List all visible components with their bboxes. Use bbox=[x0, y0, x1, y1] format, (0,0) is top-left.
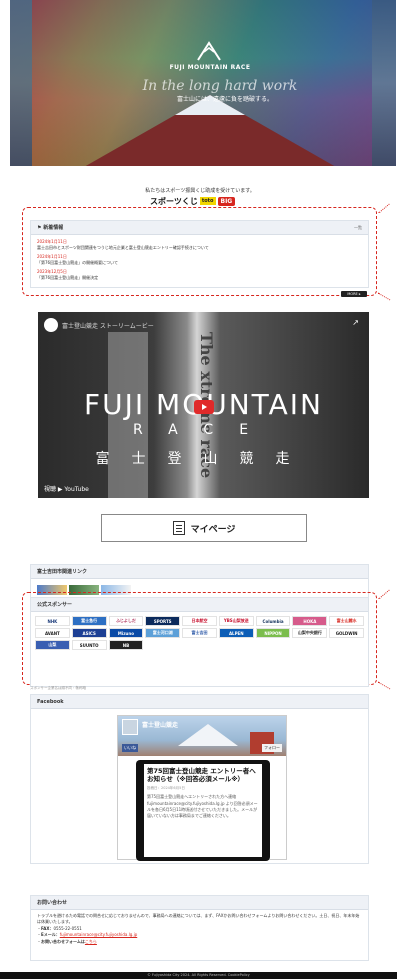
sponsor-logo[interactable]: NB bbox=[108, 640, 144, 650]
big-badge: BIG bbox=[217, 196, 236, 206]
sponsor-logo[interactable]: ASICS bbox=[71, 628, 107, 638]
fax-label: FAX： bbox=[41, 925, 54, 931]
callout-line bbox=[378, 203, 390, 214]
contact-body: トラブルを避けるため電話での問合せに応じておりませんので、事務局への連絡について… bbox=[31, 910, 368, 948]
contact-panel: お問い合わせ トラブルを避けるため電話での問合せに応じておりませんので、事務局へ… bbox=[30, 895, 369, 961]
callout-line bbox=[377, 681, 391, 690]
related-links-heading: 富士吉田市関連リンク bbox=[31, 565, 368, 579]
sponsor-grid: NHK 富士急行 ふじよしだ SPORTS 日本航空 YBS山梨放送 Columbia HOK… bbox=[31, 612, 368, 654]
contact-intro: トラブルを避けるため電話での問合せに応じておりませんので、事務局への連絡について… bbox=[37, 913, 360, 925]
sponsors-heading: 公式スポンサー bbox=[31, 598, 368, 612]
youtube-video-embed[interactable]: The xtreme race 富士登山競走 ストーリームービー ↗ FUJI … bbox=[38, 312, 369, 498]
footer: © Fujiyoshida City 2024. All Rights Rese… bbox=[0, 972, 397, 979]
video-title-race: RACE bbox=[132, 422, 275, 438]
sponsor-logo[interactable]: 富士山麓水 bbox=[329, 616, 364, 626]
sponsor-logo[interactable]: Mizuno bbox=[108, 628, 144, 638]
facebook-page-avatar[interactable] bbox=[122, 719, 138, 735]
facebook-page-name[interactable]: 富士登山競走 bbox=[142, 720, 178, 729]
sponsor-logo[interactable]: NIPPON bbox=[255, 628, 291, 638]
news-list: 2024年1月11日 富士吉田市とスポーツ財団関連をつうじ地元企業と富士登山競走… bbox=[31, 235, 368, 288]
toto-logo-text: スポーツくじ bbox=[150, 196, 198, 206]
sports-lottery-logo[interactable]: スポーツくじ toto BIG bbox=[150, 195, 236, 207]
news-heading-text: 新着情報 bbox=[43, 225, 64, 231]
channel-avatar[interactable] bbox=[44, 318, 58, 332]
sponsors-panel: 公式スポンサー NHK 富士急行 ふじよしだ SPORTS 日本航空 YBS山梨放送 Col… bbox=[30, 597, 369, 687]
facebook-post-title: 第75回富士登山競走 エントリー者へお知らせ（※回答必須メール※） bbox=[147, 767, 256, 784]
youtube-watch-link[interactable]: 視聴 ▶ YouTube bbox=[44, 484, 89, 493]
news-title[interactable]: 「第76回富士登山競走」開催決定 bbox=[37, 275, 362, 281]
brand-logo-text: FUJI MOUNTAIN RACE bbox=[169, 64, 251, 71]
sponsor-logo[interactable]: Columbia bbox=[255, 616, 291, 626]
hero-side-left bbox=[10, 0, 32, 166]
hero-side-right bbox=[372, 0, 396, 166]
mypage-label: マイページ bbox=[190, 524, 236, 535]
share-icon[interactable]: ↗ bbox=[352, 318, 359, 327]
sponsor-logo[interactable]: 山梨中央銀行 bbox=[292, 628, 328, 638]
contact-form: ・お問い合わせフォームはこちら bbox=[37, 938, 97, 944]
hero-script-text: In the long hard work bbox=[142, 78, 298, 94]
sponsor-logo[interactable]: AVANT bbox=[35, 628, 70, 638]
hero-tagline: 富士山には、遠慮に負を踏破する。 bbox=[176, 96, 273, 103]
contact-form-link[interactable]: こちら bbox=[85, 939, 97, 944]
sponsor-logo[interactable]: HOKA bbox=[292, 616, 328, 626]
facebook-post[interactable]: 第75回富士登山競走 エントリー者へお知らせ（※回答必須メール※） 投稿日：20… bbox=[144, 764, 262, 857]
facebook-post-body: 第75回富士登山競走へエントリーされた方へ連絡 fujimountainrace… bbox=[147, 794, 258, 819]
news-item[interactable]: 2024年1月11日 「第76回富士登山競走」の開催概要について bbox=[37, 254, 362, 266]
news-more-button[interactable]: MORE ▸ bbox=[341, 291, 367, 297]
news-title[interactable]: 「第76回富士登山競走」の開催概要について bbox=[37, 260, 362, 266]
sponsor-logo[interactable]: 富士河口湖 bbox=[145, 628, 181, 638]
fax-value: 0555-22-0551 bbox=[53, 925, 82, 931]
sports-lottery-note: 私たちはスポーツ振興くじ助成を受けています。 bbox=[145, 188, 255, 194]
news-heading: ⚑ 新着情報 一覧 bbox=[31, 221, 368, 235]
sponsor-logo[interactable]: 山梨 bbox=[35, 640, 70, 650]
sponsor-logo[interactable]: ふじよしだ bbox=[108, 616, 144, 626]
facebook-embed[interactable]: 富士登山競走 いいね フォロー 第75回富士登山競走 エントリー者へお知らせ（※… bbox=[117, 715, 287, 861]
sponsor-logo[interactable]: 日本航空 bbox=[182, 616, 217, 626]
sponsor-logo[interactable]: SUUNTO bbox=[71, 640, 107, 650]
document-icon bbox=[172, 521, 185, 535]
form-label: お問い合わせフォームは bbox=[41, 938, 85, 944]
email-label: Eメール： bbox=[41, 932, 60, 938]
sponsor-logo[interactable]: SPORTS bbox=[145, 616, 181, 626]
toto-badge: toto bbox=[199, 197, 216, 205]
mypage-button[interactable]: マイページ bbox=[101, 514, 307, 542]
news-item[interactable]: 2023年12月5日 「第76回富士登山競走」開催決定 bbox=[37, 269, 362, 281]
play-button[interactable] bbox=[194, 400, 214, 414]
sponsor-logo[interactable]: 富士吉田 bbox=[182, 628, 217, 638]
sponsor-caption: スポンサー企業名は順不同・敬称略 bbox=[30, 686, 86, 690]
mountain-logo-icon bbox=[197, 41, 221, 61]
news-title[interactable]: 富士吉田市とスポーツ財団関連をつうじ地元企業と富士登山競走エントリー確認手続きに… bbox=[37, 245, 362, 251]
facebook-like-button[interactable]: いいね bbox=[122, 744, 138, 752]
facebook-follow-button[interactable]: フォロー bbox=[262, 744, 282, 752]
callout-line bbox=[377, 292, 391, 301]
sponsor-logo[interactable]: YBS山梨放送 bbox=[218, 616, 254, 626]
hero-banner: FUJI MOUNTAIN RACE In the long hard work… bbox=[10, 0, 396, 166]
news-item[interactable]: 2024年1月11日 富士吉田市とスポーツ財団関連をつうじ地元企業と富士登山競走… bbox=[37, 239, 362, 251]
sponsor-logo[interactable]: GOLDWIN bbox=[329, 628, 364, 638]
facebook-post-frame: 第75回富士登山競走 エントリー者へお知らせ（※回答必須メール※） 投稿日：20… bbox=[136, 760, 270, 861]
callout-line bbox=[378, 589, 390, 600]
facebook-heading: Facebook bbox=[31, 695, 368, 709]
news-list-link[interactable]: 一覧 bbox=[354, 225, 362, 231]
video-title[interactable]: 富士登山競走 ストーリームービー bbox=[62, 321, 154, 330]
fuji-shape bbox=[178, 724, 238, 746]
sponsor-logo[interactable]: 富士急行 bbox=[71, 616, 107, 626]
email-link[interactable]: fujimountainrace@city.fujiyoshida.lg.jp bbox=[60, 932, 138, 937]
sponsor-logo[interactable]: ALPEN bbox=[218, 628, 254, 638]
news-panel: ⚑ 新着情報 一覧 2024年1月11日 富士吉田市とスポーツ財団関連をつうじ地… bbox=[30, 220, 369, 288]
contact-heading: お問い合わせ bbox=[31, 896, 368, 910]
sponsor-logo[interactable]: NHK bbox=[35, 616, 70, 626]
video-title-jp: 富士登山競走 bbox=[95, 451, 312, 467]
